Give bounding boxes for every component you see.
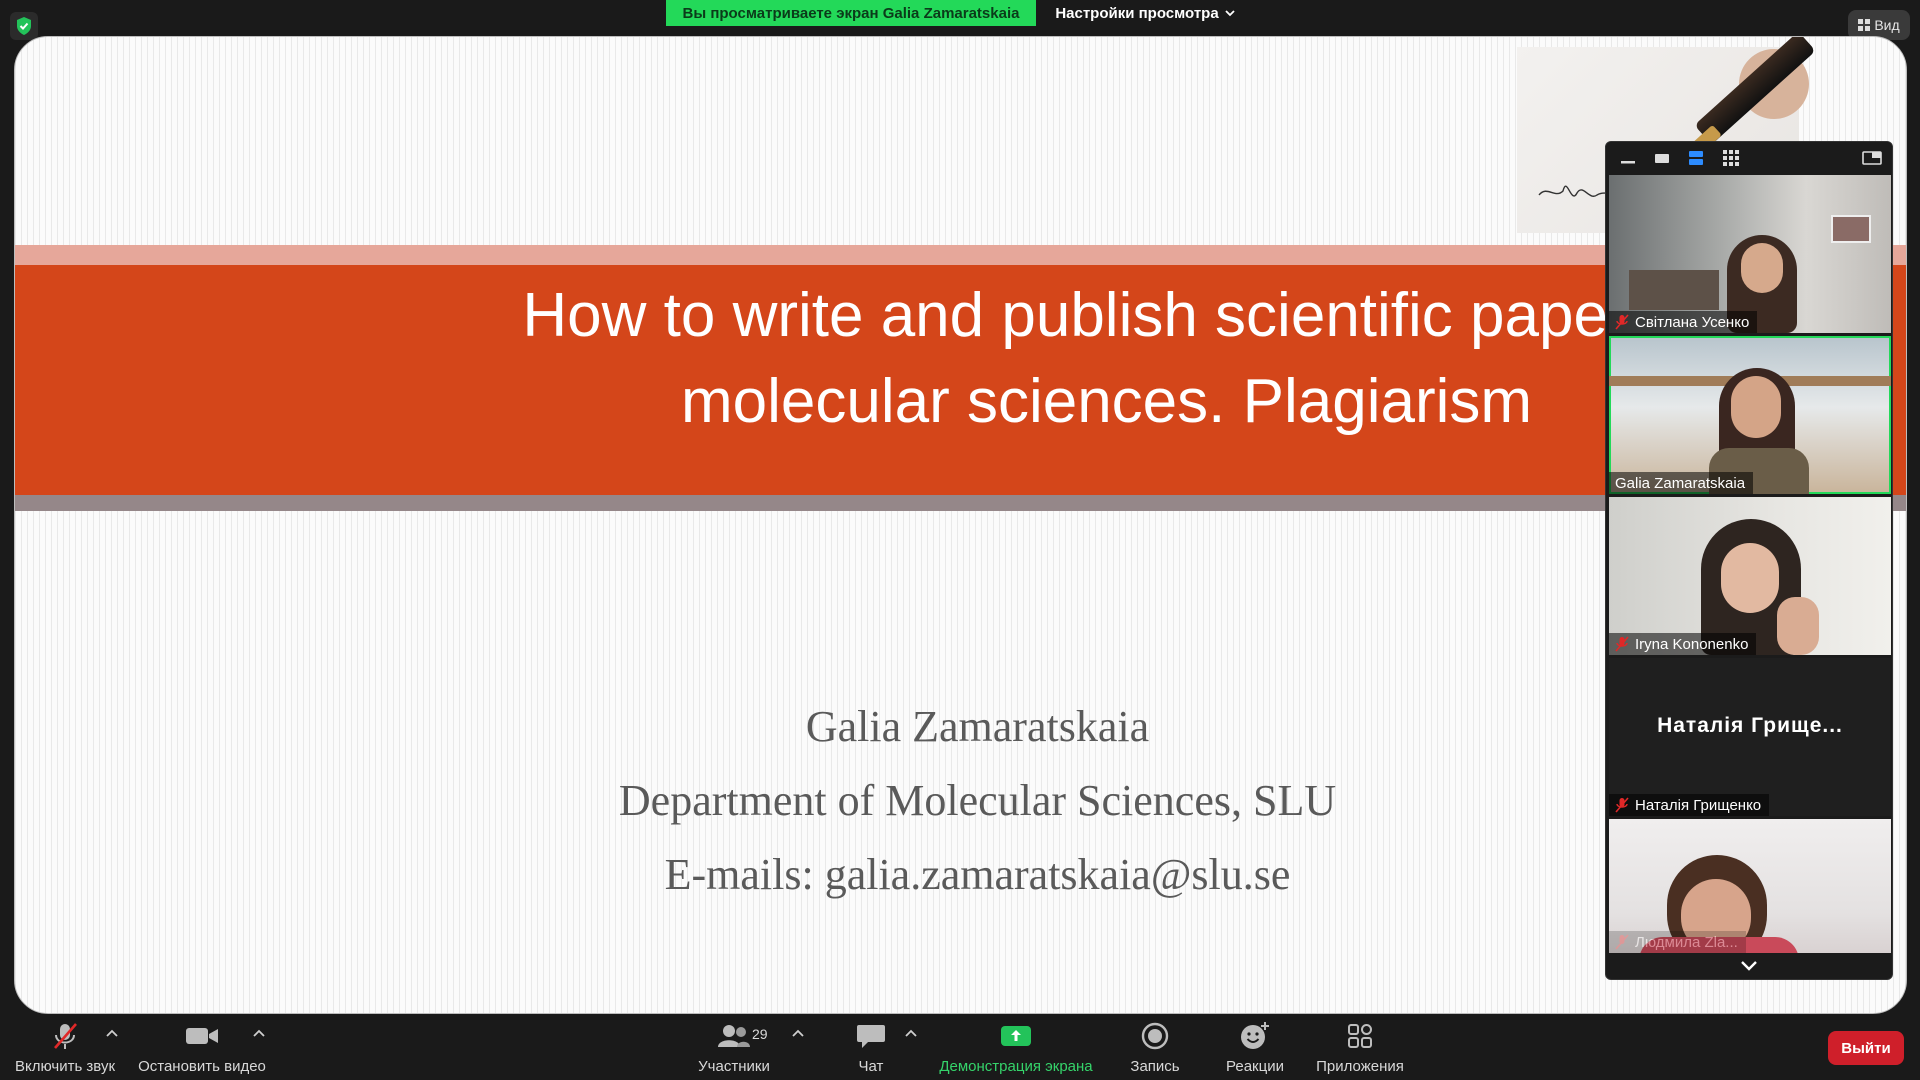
participant-name: Iryna Kononenko <box>1635 635 1749 653</box>
participants-button[interactable]: Участники <box>690 1014 778 1080</box>
reactions-button[interactable]: Реакции <box>1218 1014 1292 1080</box>
participant-face <box>1721 543 1779 613</box>
view-settings-button[interactable]: Настройки просмотра <box>1036 0 1254 26</box>
share-screen-icon <box>1000 1018 1032 1054</box>
participant-hand <box>1777 597 1819 655</box>
viewing-banner: Вы просматриваете экран Galia Zamaratska… <box>666 0 1036 26</box>
participants-label: Участники <box>698 1058 770 1075</box>
participant-name: Світлана Усенко <box>1635 313 1750 331</box>
mic-muted-icon <box>1615 934 1629 950</box>
unmute-button[interactable]: Включить звук <box>12 1014 118 1080</box>
leave-label: Выйти <box>1841 1039 1891 1057</box>
participant-name-label: Наталія Грищенко <box>1609 794 1770 816</box>
participant-name: Наталія Грищенко <box>1635 796 1762 814</box>
unmute-label: Включить звук <box>14 1058 116 1075</box>
video-options-caret-icon[interactable] <box>252 1028 266 1038</box>
top-bar: Вы просматриваете экран Galia Zamaratska… <box>0 0 1920 26</box>
leave-button[interactable]: Выйти <box>1828 1031 1904 1065</box>
participant-name-label: Galia Zamaratskaia <box>1609 472 1754 494</box>
view-button-label: Вид <box>1874 17 1900 33</box>
strip-view-icon[interactable] <box>1686 150 1706 166</box>
view-settings-label: Настройки просмотра <box>1055 4 1219 22</box>
security-shield-icon[interactable] <box>10 12 38 40</box>
record-button[interactable]: Запись <box>1122 1014 1188 1080</box>
participants-icon <box>717 1018 751 1054</box>
participant-name: Galia Zamaratskaia <box>1615 474 1746 492</box>
tile-background-sofa <box>1629 270 1719 310</box>
participant-face <box>1731 376 1781 438</box>
minimize-icon[interactable] <box>1618 150 1638 166</box>
mic-muted-icon <box>1615 314 1629 330</box>
smiley-plus-icon <box>1239 1018 1271 1054</box>
gallery-toolbar <box>1606 142 1892 174</box>
participant-name-label: Людмила Zla... <box>1609 931 1746 953</box>
stop-video-button[interactable]: Остановить видео <box>136 1014 268 1080</box>
chat-icon <box>856 1018 886 1054</box>
participants-count: 29 <box>752 1026 768 1042</box>
chat-label: Чат <box>858 1058 884 1075</box>
mic-muted-icon <box>1615 636 1629 652</box>
stop-video-label: Остановить видео <box>138 1058 266 1075</box>
viewing-banner-text: Вы просматриваете экран Galia Zamaratska… <box>682 4 1020 22</box>
participant-tile[interactable]: Iryna Kononenko <box>1609 497 1891 655</box>
share-screen-label: Демонстрация экрана <box>939 1058 1093 1075</box>
participant-face <box>1741 243 1783 293</box>
mic-muted-icon <box>50 1018 80 1054</box>
share-screen-button[interactable]: Демонстрация экрана <box>930 1014 1102 1080</box>
chat-button[interactable]: Чат <box>842 1014 900 1080</box>
meeting-toolbar: Включить звук Остановить видео Участники… <box>0 1014 1920 1080</box>
participant-tile[interactable]: Світлана Усенко <box>1609 175 1891 333</box>
participant-name-label: Світлана Усенко <box>1609 311 1758 333</box>
apps-label: Приложения <box>1316 1058 1404 1075</box>
wall-photo <box>1831 215 1871 243</box>
participant-tile[interactable]: Людмила Zla... <box>1609 819 1891 953</box>
participant-tile-no-video[interactable]: Наталія Грище... Наталія Грищенко <box>1609 658 1891 816</box>
participant-name-label: Iryna Kononenko <box>1609 633 1757 655</box>
record-label: Запись <box>1130 1058 1180 1075</box>
apps-button[interactable]: Приложения <box>1312 1014 1408 1080</box>
participant-avatar-name: Наталія Грище... <box>1657 714 1843 737</box>
video-camera-icon <box>185 1018 219 1054</box>
record-icon <box>1140 1018 1170 1054</box>
grid-icon <box>1858 19 1871 31</box>
chat-options-caret-icon[interactable] <box>904 1028 918 1038</box>
participant-gallery: Світлана Усенко Galia Zamaratskaia Iryna… <box>1605 141 1893 980</box>
participants-options-caret-icon[interactable] <box>791 1028 805 1038</box>
participant-tile-active-speaker[interactable]: Galia Zamaratskaia <box>1609 336 1891 494</box>
popout-icon[interactable] <box>1862 150 1882 166</box>
chevron-down-icon <box>1225 10 1235 17</box>
grid-view-icon[interactable] <box>1721 150 1741 166</box>
mic-muted-icon <box>1615 797 1629 813</box>
participant-name: Людмила Zla... <box>1635 933 1738 951</box>
reactions-label: Реакции <box>1226 1058 1284 1075</box>
apps-icon <box>1346 1018 1374 1054</box>
speaker-view-icon[interactable] <box>1652 150 1672 166</box>
audio-options-caret-icon[interactable] <box>105 1028 119 1038</box>
scroll-down-chevron-icon[interactable] <box>1736 957 1762 975</box>
